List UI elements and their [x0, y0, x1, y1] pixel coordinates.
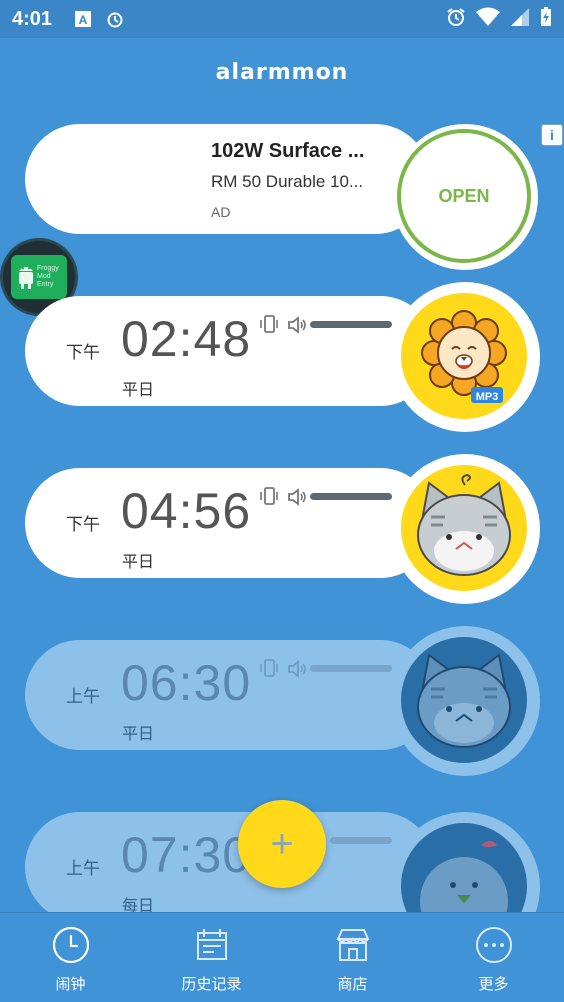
- alarm-time: 07:30: [121, 827, 252, 883]
- alarm-item[interactable]: 上午 06:30 平日: [0, 626, 564, 790]
- nav-item-store[interactable]: 商店: [282, 913, 423, 1002]
- volume-bar: [310, 321, 392, 328]
- alarm-character[interactable]: [401, 465, 527, 591]
- ad-subtitle[interactable]: RM 50 Durable 10...: [211, 172, 363, 192]
- app-logo: alarmmon: [215, 60, 349, 85]
- mp3-badge: MP3: [476, 391, 499, 403]
- vibrate-icon: [260, 315, 278, 333]
- alarm-character[interactable]: MP3: [401, 293, 527, 419]
- alarm-days: 每日: [122, 898, 155, 912]
- ad-info-icon[interactable]: i: [541, 124, 563, 146]
- alarm-time: 02:48: [121, 311, 252, 367]
- add-alarm-button[interactable]: +: [238, 800, 326, 888]
- alarm-time: 04:56: [121, 483, 252, 539]
- bottom-nav: 闹钟 历史记录 商店 更多: [0, 912, 564, 1002]
- battery-icon: [540, 6, 552, 32]
- cat-icon: [417, 653, 511, 748]
- nav-label: 闹钟: [55, 976, 86, 993]
- ad-title[interactable]: 102W Surface ...: [211, 140, 364, 163]
- nav-item-more[interactable]: 更多: [423, 913, 564, 1002]
- ad-card[interactable]: 102W Surface ... RM 50 Durable 10... AD: [25, 124, 430, 234]
- alarm-ampm: 上午: [66, 687, 100, 706]
- a-icon: A: [74, 10, 92, 28]
- alarm-time: 06:30: [121, 655, 252, 711]
- volume-bar: [330, 837, 392, 844]
- volume-bar: [310, 665, 392, 672]
- volume-bar: [310, 493, 392, 500]
- calendar-icon: [196, 929, 227, 960]
- alarm-item[interactable]: MP3 下午 02:48 平日: [0, 282, 564, 446]
- volume-icon: [288, 660, 306, 678]
- alarm-ampm: 上午: [66, 859, 100, 878]
- alarm-ampm: 下午: [66, 343, 100, 362]
- volume-icon: [288, 488, 306, 506]
- alarm-days: 平日: [122, 382, 155, 399]
- alarm-status-icons: [258, 658, 308, 680]
- vibrate-icon: [260, 487, 278, 505]
- signal-icon: [510, 7, 530, 32]
- alarm-days: 平日: [122, 554, 155, 571]
- ad-tag: AD: [211, 204, 231, 220]
- alarm-ampm: 下午: [66, 515, 100, 534]
- more-icon: [475, 927, 512, 963]
- alarm-status-icons: [258, 314, 308, 336]
- nav-label: 历史记录: [181, 976, 242, 993]
- status-bar: 4:01 A: [0, 0, 564, 38]
- cat-icon: [417, 473, 511, 576]
- store-icon: [335, 929, 370, 961]
- nav-label: 商店: [337, 976, 368, 993]
- alarm-clock-icon: [106, 10, 124, 28]
- wifi-icon: [476, 7, 500, 32]
- lion-icon: MP3: [421, 310, 507, 403]
- clock-icon: [52, 926, 89, 964]
- nav-item-history[interactable]: 历史记录: [141, 913, 282, 1002]
- nav-item-alarm[interactable]: 闹钟: [0, 913, 141, 1002]
- alarm-days: 平日: [122, 726, 155, 743]
- svg-text:A: A: [79, 13, 88, 27]
- alarm-status-icons: [258, 486, 308, 508]
- status-time: 4:01: [12, 7, 53, 30]
- alarm-character[interactable]: [401, 637, 527, 763]
- vibrate-icon: [260, 659, 278, 677]
- alarm-clock-icon: [446, 7, 466, 32]
- floating-bubble-text: Froggy Mod Entry: [37, 265, 59, 288]
- volume-icon: [288, 316, 306, 334]
- ad-open-button[interactable]: OPEN: [397, 129, 531, 263]
- alarm-item[interactable]: 下午 04:56 平日: [0, 454, 564, 618]
- android-icon: Froggy Mod Entry: [11, 255, 67, 299]
- nav-label: 更多: [478, 976, 509, 993]
